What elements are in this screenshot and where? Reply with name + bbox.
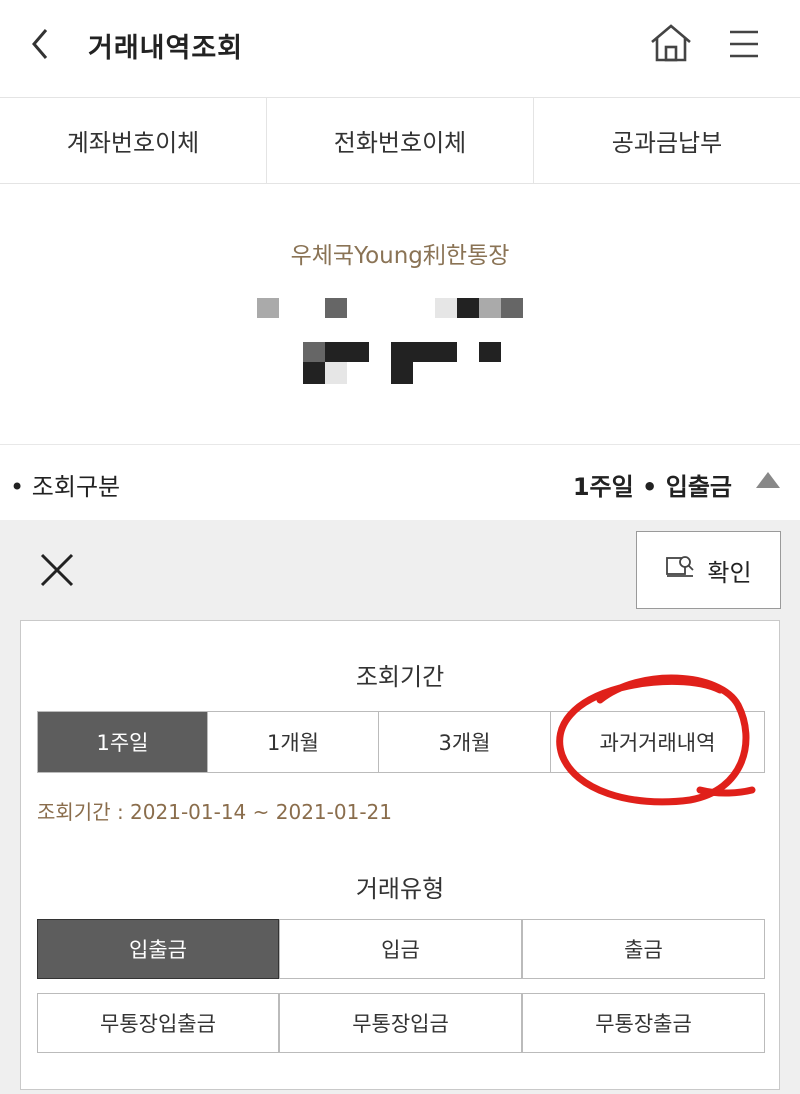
type-deposit-withdrawal-button[interactable]: 입출금 [37,919,279,979]
search-confirm-icon [665,554,697,586]
top-app-bar: 거래내역조회 [0,0,800,97]
type-section-title: 거래유형 [355,875,445,903]
type-cashless-deposit-button[interactable]: 무통장입금 [279,993,522,1053]
query-type-label: • 조회구분 [10,473,121,501]
period-3-month-button[interactable]: 3개월 [379,712,551,772]
account-name: 우체국Young利한통장 [290,243,510,269]
type-cashless-withdrawal-button[interactable]: 무통장출금 [522,993,765,1053]
close-icon[interactable] [36,549,78,591]
quick-action-tabs: 계좌번호이체 전화번호이체 공과금납부 [0,97,800,184]
period-past-history-button[interactable]: 과거거래내역 [551,712,764,772]
collapse-arrow-icon[interactable] [756,472,780,488]
period-range-text: 조회기간 : 2021-01-14 ~ 2021-01-21 [37,800,392,824]
tab-account-transfer[interactable]: 계좌번호이체 [0,98,267,183]
confirm-label: 확인 [707,558,752,587]
home-icon[interactable] [648,20,694,66]
confirm-button[interactable]: 확인 [636,531,781,609]
period-selector: 1주일 1개월 3개월 과거거래내역 [37,711,765,773]
chevron-left-icon[interactable] [22,24,62,64]
period-1-week-button[interactable]: 1주일 [38,712,208,772]
query-type-value: 1주일 • 입출금 [572,473,732,501]
page-title: 거래내역조회 [88,33,244,64]
period-section-title: 조회기간 [355,663,445,691]
tab-phone-transfer[interactable]: 전화번호이체 [267,98,534,183]
query-summary-bar[interactable]: • 조회구분 1주일 • 입출금 [0,444,800,520]
type-cashless-all-button[interactable]: 무통장입출금 [37,993,279,1053]
tab-utility-payment[interactable]: 공과금납부 [534,98,800,183]
filter-options-box: 조회기간 1주일 1개월 3개월 과거거래내역 조회기간 : 2021-01-1… [20,620,780,1090]
hamburger-menu-icon[interactable] [724,24,764,64]
account-info: 우체국Young利한통장 [0,184,800,444]
type-deposit-button[interactable]: 입금 [279,919,522,979]
type-withdrawal-button[interactable]: 출금 [522,919,765,979]
period-1-month-button[interactable]: 1개월 [208,712,379,772]
